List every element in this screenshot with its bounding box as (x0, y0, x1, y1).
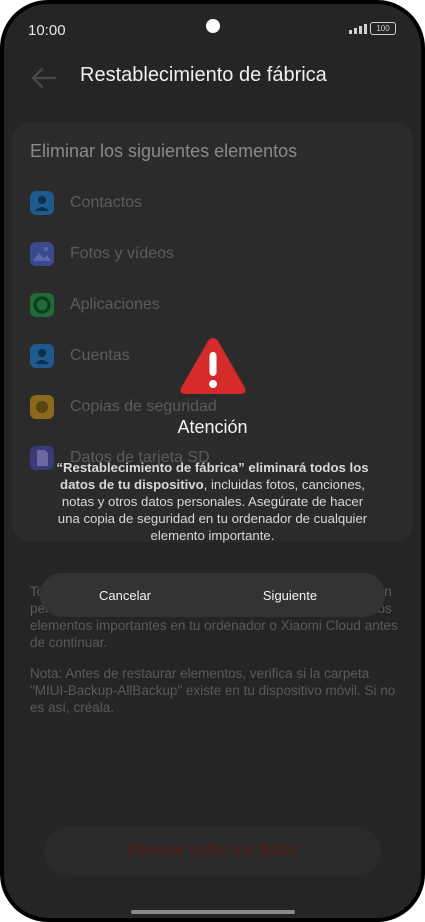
sd-card-icon (30, 446, 54, 470)
list-item-contacts: Contactos (30, 188, 142, 218)
restore-note: Nota: Antes de restaurar elementos, veri… (30, 666, 396, 715)
next-button[interactable]: Siguiente (205, 573, 375, 617)
dialog-title: Atención (177, 417, 248, 437)
front-camera (206, 19, 220, 33)
item-label: Aplicaciones (70, 296, 160, 313)
signal-icon (349, 24, 367, 34)
item-label: Cuentas (70, 347, 130, 364)
back-arrow-icon[interactable] (30, 64, 58, 92)
item-label: Fotos y vídeos (70, 245, 175, 262)
contacts-icon (30, 191, 54, 215)
status-time: 10:00 (28, 22, 66, 39)
status-bar: 10:00 100 (4, 4, 421, 52)
dialog-buttons: Cancelar Siguiente (40, 573, 385, 617)
home-indicator[interactable] (131, 910, 295, 914)
backup-icon (30, 395, 54, 419)
item-label: Copias de seguridad (70, 398, 217, 415)
phone-frame: 10:00 100 Restablecimiento de fábrica El… (0, 0, 425, 922)
accounts-icon (30, 344, 54, 368)
cancel-button[interactable]: Cancelar (40, 573, 210, 617)
screen: 10:00 100 Restablecimiento de fábrica El… (4, 4, 421, 918)
apps-icon (30, 293, 54, 317)
dialog-message: “Restablecimiento de fábrica” eliminará … (54, 459, 371, 544)
list-item-apps: Aplicaciones (30, 290, 160, 320)
warning-icon (180, 338, 246, 394)
battery-icon: 100 (370, 22, 396, 35)
list-item-accounts: Cuentas (30, 341, 130, 371)
list-item-photos: Fotos y vídeos (30, 239, 174, 269)
delete-all-data-button: Eliminar todos los datos (44, 826, 381, 876)
item-label: Contactos (70, 194, 143, 211)
gallery-icon (30, 242, 54, 266)
section-title: Eliminar los siguientes elementos (30, 141, 298, 161)
page-title: Restablecimiento de fábrica (80, 64, 327, 86)
